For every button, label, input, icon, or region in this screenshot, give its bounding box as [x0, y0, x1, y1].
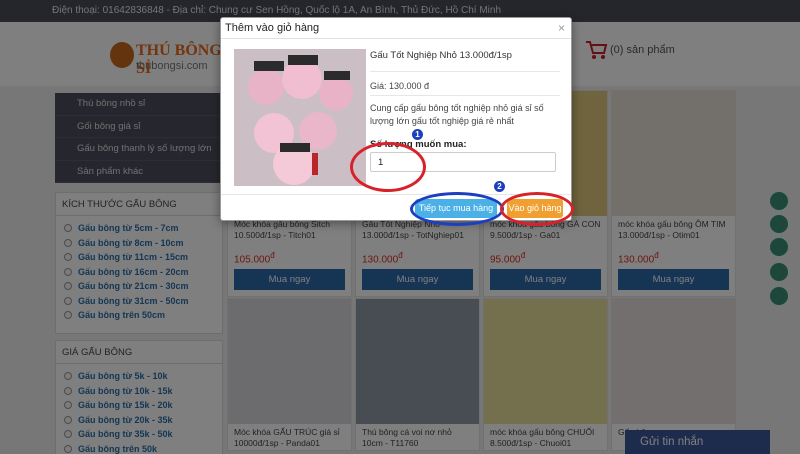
dialog-product-description: Cung cấp gấu bông tốt nghiệp nhỏ giá sỉ … — [370, 103, 544, 126]
dialog-product-price: Giá: 130.000 đ — [370, 81, 430, 91]
product-image — [234, 49, 366, 186]
divider — [370, 95, 560, 96]
dialog-product-name: Gấu Tốt Nghiệp Nhỏ 13.000đ/1sp — [370, 50, 512, 61]
dialog-title: Thêm vào giỏ hàng — [221, 18, 571, 39]
annotation-number: 1 — [411, 128, 424, 141]
annotation-circle-continue — [410, 192, 504, 226]
plush-bears-image — [234, 49, 366, 186]
annotation-number: 2 — [493, 180, 506, 193]
close-icon[interactable]: × — [558, 21, 565, 35]
annotation-circle-cart — [500, 192, 574, 226]
annotation-circle-quantity — [350, 142, 426, 192]
divider — [370, 71, 560, 72]
